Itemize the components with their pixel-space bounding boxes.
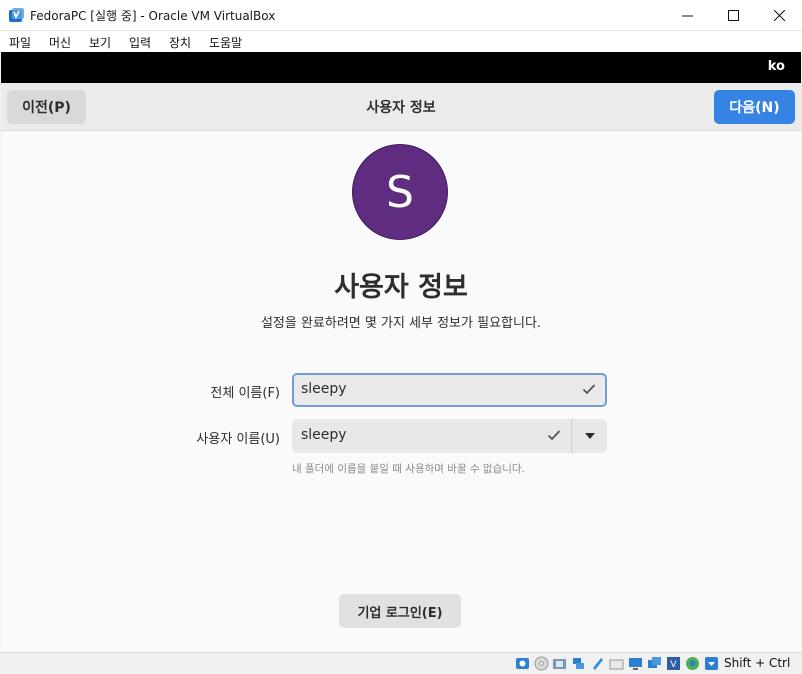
keyboard-layout-indicator[interactable]: ko [768,59,785,74]
title-bar: FedoraPC [실행 중] - Oracle VM VirtualBox [0,0,802,31]
guest-top-bar: ko [1,52,801,83]
menu-devices[interactable]: 장치 [169,34,191,51]
minimize-button[interactable] [664,0,710,31]
virtualbox-icon [9,8,24,22]
chevron-down-icon [584,433,595,439]
close-icon [773,10,785,21]
avatar[interactable]: S [352,144,448,240]
menu-machine[interactable]: 머신 [49,34,71,51]
display-icon[interactable] [628,656,643,671]
guest-display[interactable]: ko 이전(P) 사용자 정보 다음(N) S 사용자 정보 설정을 완료하려면… [1,52,801,652]
svg-text:V: V [670,660,677,670]
mouse-integration-icon[interactable] [704,656,719,671]
check-icon [547,430,561,441]
host-key-label: Shift + Ctrl [724,656,791,670]
optical-drive-icon[interactable] [534,656,549,671]
full-name-field[interactable]: sleepy [292,373,607,407]
menu-bar: 파일 머신 보기 입력 장치 도움말 [0,31,802,52]
menu-input[interactable]: 입력 [129,34,151,51]
maximize-button[interactable] [710,0,756,31]
menu-help[interactable]: 도움말 [209,34,242,51]
full-name-label: 전체 이름(F) [210,386,280,401]
username-label: 사용자 이름(U) [196,432,280,447]
menu-view[interactable]: 보기 [89,34,111,51]
full-name-value[interactable]: sleepy [301,381,347,397]
setup-header: 이전(P) 사용자 정보 다음(N) [1,83,801,131]
next-button[interactable]: 다음(N) [714,90,795,124]
check-icon [582,384,596,395]
network-icon[interactable] [571,656,586,671]
status-bar: V Shift + Ctrl [0,652,802,674]
cpu-icon[interactable] [685,656,700,671]
username-dropdown-button[interactable] [572,419,607,453]
menu-file[interactable]: 파일 [9,34,31,51]
shared-folders-icon[interactable] [609,656,624,671]
virtualization-icon[interactable]: V [666,656,681,671]
page-title: 사용자 정보 [334,272,468,303]
minimize-icon [681,15,693,17]
username-value[interactable]: sleepy [301,427,347,443]
window-title: FedoraPC [실행 중] - Oracle VM VirtualBox [30,9,276,23]
header-title: 사용자 정보 [366,100,436,116]
maximize-icon [727,10,739,21]
close-button[interactable] [756,0,802,31]
page-subtitle: 설정을 완료하려면 몇 가지 세부 정보가 필요합니다. [260,316,542,331]
username-hint: 내 폴더에 이름을 붙일 때 사용하며 바꿀 수 없습니다. [292,463,525,475]
video-capture-icon[interactable] [647,656,662,671]
hard-disk-icon[interactable] [515,656,530,671]
usb-icon[interactable] [590,656,605,671]
username-combo[interactable]: sleepy [292,419,607,453]
enterprise-login-button[interactable]: 기업 로그인(E) [339,594,461,628]
audio-icon[interactable] [552,656,567,671]
